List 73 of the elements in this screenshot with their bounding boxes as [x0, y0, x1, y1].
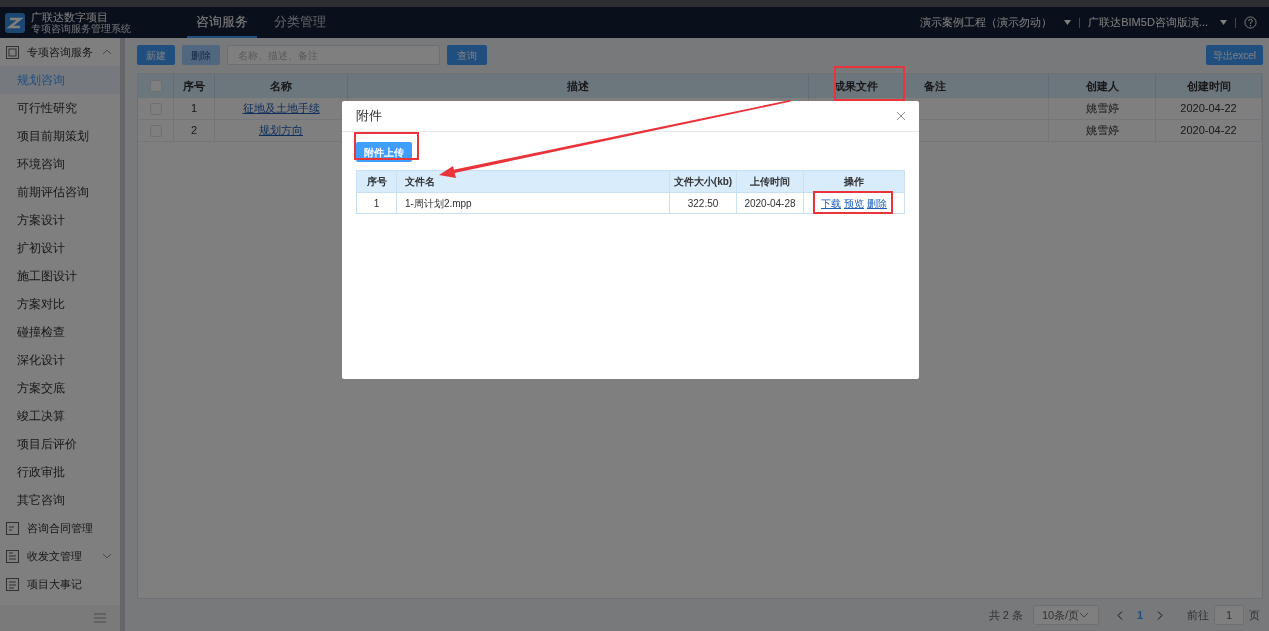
table-cell-text: 1	[190, 101, 198, 117]
action-link[interactable]: 预览	[844, 195, 864, 211]
sidebar-item[interactable]: 方案对比	[0, 290, 120, 318]
record-link[interactable]: 规划方向	[259, 122, 303, 139]
dialog-title: 附件	[356, 107, 382, 126]
table-cell-text: 1-周计划2.mpp	[405, 196, 472, 211]
sidebar-item[interactable]: 前期评估咨询	[0, 178, 120, 206]
menu-icon[interactable]	[94, 613, 106, 623]
table-cell-text: 1	[373, 196, 380, 211]
column-header: 操作	[844, 175, 864, 189]
table-cell-text: 姚雪婷	[1085, 123, 1119, 139]
document-icon	[6, 549, 19, 563]
annotation-box	[354, 132, 419, 160]
column-header: 序号	[183, 78, 205, 94]
column-header: 名称	[270, 78, 292, 94]
page-size-select[interactable]: 10条/页	[1032, 605, 1099, 625]
table-cell-text: 2	[190, 123, 198, 139]
table-cell-text: 2020-04-28	[744, 196, 796, 211]
chevron-down-icon	[1079, 612, 1090, 618]
column-header: 描述	[567, 78, 589, 94]
app-title: 广联达数字项目	[31, 10, 108, 23]
sidebar-item[interactable]: 方案交底	[0, 374, 120, 402]
sidebar-item[interactable]: 其它咨询	[0, 486, 120, 514]
table-cell-text: 2020-04-22	[1180, 123, 1237, 139]
next-page-icon[interactable]	[1157, 610, 1163, 620]
sidebar-item[interactable]: 方案设计	[0, 206, 120, 234]
table-cell-text: 姚雪婷	[1085, 101, 1119, 117]
sidebar-group[interactable]: 收发文管理	[0, 542, 120, 570]
record-link[interactable]: 征地及土地手续	[242, 100, 320, 117]
sidebar-item[interactable]: 行政审批	[0, 458, 120, 486]
column-header: 创建时间	[1186, 78, 1231, 94]
column-header: 文件名	[405, 175, 435, 189]
sidebar-item[interactable]: 项目后评价	[0, 430, 120, 458]
table-cell-text: 322.50	[687, 196, 719, 211]
column-header: 创建人	[1085, 78, 1119, 94]
sidebar-item[interactable]: 竣工决算	[0, 402, 120, 430]
nav-tab[interactable]: 分类管理	[265, 7, 335, 38]
caret-icon	[1064, 20, 1072, 25]
sidebar-group[interactable]: 专项咨询服务	[0, 38, 120, 66]
help-icon[interactable]	[1244, 16, 1257, 29]
sidebar-item[interactable]: 施工图设计	[0, 262, 120, 290]
action-link[interactable]: 下载	[821, 195, 841, 211]
sidebar-item[interactable]: 碰撞检查	[0, 318, 120, 346]
action-link[interactable]: 删除	[867, 195, 887, 211]
column-header: 上传时间	[750, 175, 790, 189]
sidebar-item[interactable]: 项目前期策划	[0, 122, 120, 150]
sidebar-group[interactable]: 咨询合同管理	[0, 514, 120, 542]
column-header: 文件大小(kb)	[673, 175, 733, 189]
page-suffix: 页	[1249, 607, 1260, 623]
logo-icon	[5, 12, 25, 33]
caret-icon	[1220, 20, 1227, 25]
goto-label: 前往	[1187, 607, 1209, 623]
sidebar-item[interactable]: 环境咨询	[0, 150, 120, 178]
card-icon	[6, 521, 19, 535]
column-header: 备注	[924, 78, 946, 94]
sidebar-item[interactable]: 可行性研究	[0, 94, 120, 122]
project-select[interactable]: 演示案例工程（演示勿动）	[920, 14, 1053, 31]
upload-button[interactable]: 附件上传	[356, 142, 412, 162]
total-count: 共 2 条	[988, 607, 1023, 623]
page-input[interactable]: 1	[1214, 605, 1244, 625]
sidebar-item[interactable]: 扩初设计	[0, 234, 120, 262]
close-icon[interactable]	[897, 112, 905, 120]
nav-tab[interactable]: 咨询服务	[187, 7, 257, 38]
sidebar-group[interactable]: 项目大事记	[0, 570, 120, 598]
previous-page-icon[interactable]	[1116, 610, 1123, 620]
table-cell-text: 2020-04-22	[1180, 101, 1237, 117]
organization-select[interactable]: 广联达BIM5D咨询版演...	[1088, 14, 1208, 31]
list-icon	[6, 577, 19, 591]
sidebar-item[interactable]: 深化设计	[0, 346, 120, 374]
app-subtitle: 专项咨询服务管理系统	[31, 22, 131, 35]
column-header: 序号	[366, 175, 387, 189]
panel-icon	[6, 45, 19, 59]
annotation-box	[834, 66, 905, 101]
